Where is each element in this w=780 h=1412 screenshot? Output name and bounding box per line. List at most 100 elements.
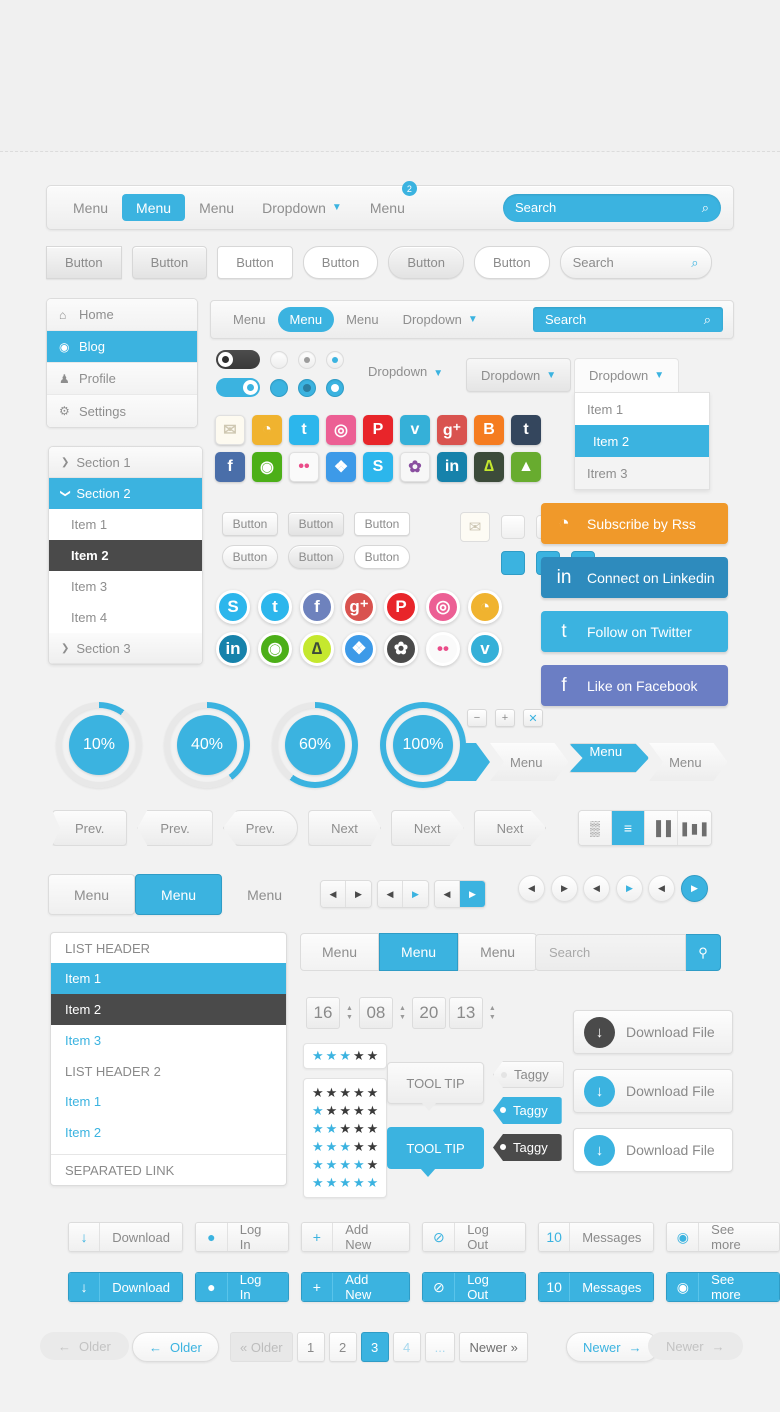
star-3-0[interactable]: ★ [312,1139,324,1155]
spinner-down-icon[interactable]: ▼ [489,1014,496,1021]
mid-button-0-0[interactable]: Button [222,512,278,536]
prev-button-1[interactable]: Prev. [137,810,213,846]
star-4-4[interactable]: ★ [367,1157,379,1173]
picasa-icon[interactable]: ✿ [384,632,418,666]
button-5[interactable]: Button [473,246,550,279]
mid-button-1-2[interactable]: Button [354,545,410,569]
navbar-secondary-item-3[interactable]: Dropdown ▼ [391,307,490,332]
dropdown-open-toggle[interactable]: Dropdown ▼ [574,358,680,392]
dropdown-item-0[interactable]: Item 1 [575,393,709,425]
evernote-icon[interactable]: ◉ [252,452,282,482]
button-1[interactable]: Button [131,246,208,279]
toggle-switch-off[interactable] [216,350,260,369]
action-button-log-in[interactable]: ● Log In [195,1272,289,1302]
star-4-0[interactable]: ★ [312,1157,324,1173]
breadcrumb-item-2[interactable]: Menu [569,743,650,773]
star-0-1[interactable]: ★ [326,1085,338,1101]
dropdown-item-2[interactable]: Itrem 3 [575,457,709,489]
accordion-item-4[interactable]: Item 3 [49,571,202,602]
arrow-left-round-button[interactable]: ◀ [583,875,610,902]
button-3[interactable]: Button [302,246,379,279]
next-button-5[interactable]: Next [474,810,547,846]
arrow-left-button[interactable]: ◀ [378,881,403,907]
radio-blue-dot[interactable] [326,350,344,369]
list-item-2[interactable]: Item 2 [51,994,286,1025]
star-4[interactable]: ★ [367,1048,379,1064]
next-button-4[interactable]: Next [391,810,464,846]
accordion-item-5[interactable]: Item 4 [49,602,202,633]
navbar-main-item-3[interactable]: Dropdown ▼ [248,194,356,221]
tumblr-icon[interactable]: t [511,415,541,445]
arrow-right-button[interactable]: ▶ [460,881,485,907]
gallery-view-icon[interactable]: ❚▮❚ [678,811,711,845]
star-2-0[interactable]: ★ [312,1121,324,1137]
grid-view-icon[interactable]: ▒ [579,811,612,845]
social-cta-3[interactable]: f Like on Facebook [541,665,728,706]
prev-button-2[interactable]: Prev. [222,810,299,846]
tag-light[interactable]: Taggy [493,1061,564,1088]
button-row-search[interactable]: Search ⌕ [559,246,712,279]
sidebar-item-settings[interactable]: ⚙ Settings [47,395,197,427]
navbar-main-search[interactable]: Search ⌕ [503,193,721,222]
pagination-item-2[interactable]: 2 [328,1332,357,1362]
star-1-4[interactable]: ★ [367,1103,379,1119]
star-1[interactable]: ★ [326,1048,338,1064]
list-separated-link[interactable]: SEPARATED LINK [51,1155,286,1185]
star-1-0[interactable]: ★ [312,1103,324,1119]
list-tab-2[interactable]: Menu [458,933,538,971]
download-file-button-2[interactable]: ↓ Download File [573,1128,733,1172]
spinner-down-icon[interactable]: ▼ [346,1014,353,1021]
spinner-up-icon[interactable]: ▲ [399,1005,406,1012]
skype-icon[interactable]: S [363,452,393,482]
star-0[interactable]: ★ [312,1048,324,1064]
google-plus-icon[interactable]: g⁺ [342,590,376,624]
pagination-item-1[interactable]: 1 [296,1332,325,1362]
rss-icon[interactable]: ◔ [252,415,282,445]
star-2[interactable]: ★ [339,1048,351,1064]
action-button-add-new[interactable]: + Add New [300,1272,411,1302]
checkbox-empty[interactable] [501,515,525,539]
forrst-icon[interactable]: ▲ [511,452,541,482]
menu-tab-2[interactable]: Menu [222,874,307,915]
navbar-main-item-0[interactable]: Menu [59,194,122,221]
star-5-1[interactable]: ★ [326,1175,338,1191]
star-3-3[interactable]: ★ [353,1139,365,1155]
mid-button-1-1[interactable]: Button [288,545,344,569]
list-item-5[interactable]: Item 1 [51,1086,286,1117]
accordion-section-0[interactable]: ❯ Section 1 [49,447,202,478]
search-icon[interactable]: ⚲ [686,934,721,971]
deviantart-icon[interactable]: ∆ [474,452,504,482]
pagination-item-6[interactable]: Newer » [459,1332,528,1362]
accordion-section-1[interactable]: ❯ Section 2 [49,478,202,509]
rss-icon[interactable]: ◔ [468,590,502,624]
breadcrumb-item-3[interactable]: Menu [649,743,728,781]
spinner-up-icon[interactable]: ▲ [346,1005,353,1012]
dropdown-button[interactable]: Dropdown ▼ [466,358,572,392]
action-button-log-out[interactable]: ⊘ Log Out [422,1222,527,1252]
list-item-6[interactable]: Item 2 [51,1117,286,1148]
spinner-field-3[interactable]: 13 [448,997,483,1029]
star-5-2[interactable]: ★ [339,1175,351,1191]
vimeo-icon[interactable]: v [468,632,502,666]
navbar-main-item-2[interactable]: Menu [185,194,248,221]
linkedin-icon[interactable]: in [437,452,467,482]
older-button[interactable]: ← Older [132,1332,219,1362]
pagination-item-5[interactable]: ... [424,1332,456,1362]
list-tab-1[interactable]: Menu [379,933,459,971]
close-button[interactable]: ✕ [523,709,543,727]
navbar-main-item-1[interactable]: Menu [122,194,186,221]
star-2-3[interactable]: ★ [353,1121,365,1137]
vimeo-icon[interactable]: v [400,415,430,445]
star-3[interactable]: ★ [353,1048,365,1064]
star-4-3[interactable]: ★ [353,1157,365,1173]
tag-blue[interactable]: Taggy [493,1097,562,1124]
dropbox-icon[interactable]: ❖ [326,452,356,482]
newer-button[interactable]: Newer → [566,1332,659,1362]
dribbble-icon[interactable]: ◎ [326,415,356,445]
list-item-1[interactable]: Item 1 [51,963,286,994]
pinterest-icon[interactable]: P [363,415,393,445]
arrow-left-round-button[interactable]: ◀ [648,875,675,902]
facebook-icon[interactable]: f [300,590,334,624]
star-4-2[interactable]: ★ [339,1157,351,1173]
pinterest-icon[interactable]: P [384,590,418,624]
